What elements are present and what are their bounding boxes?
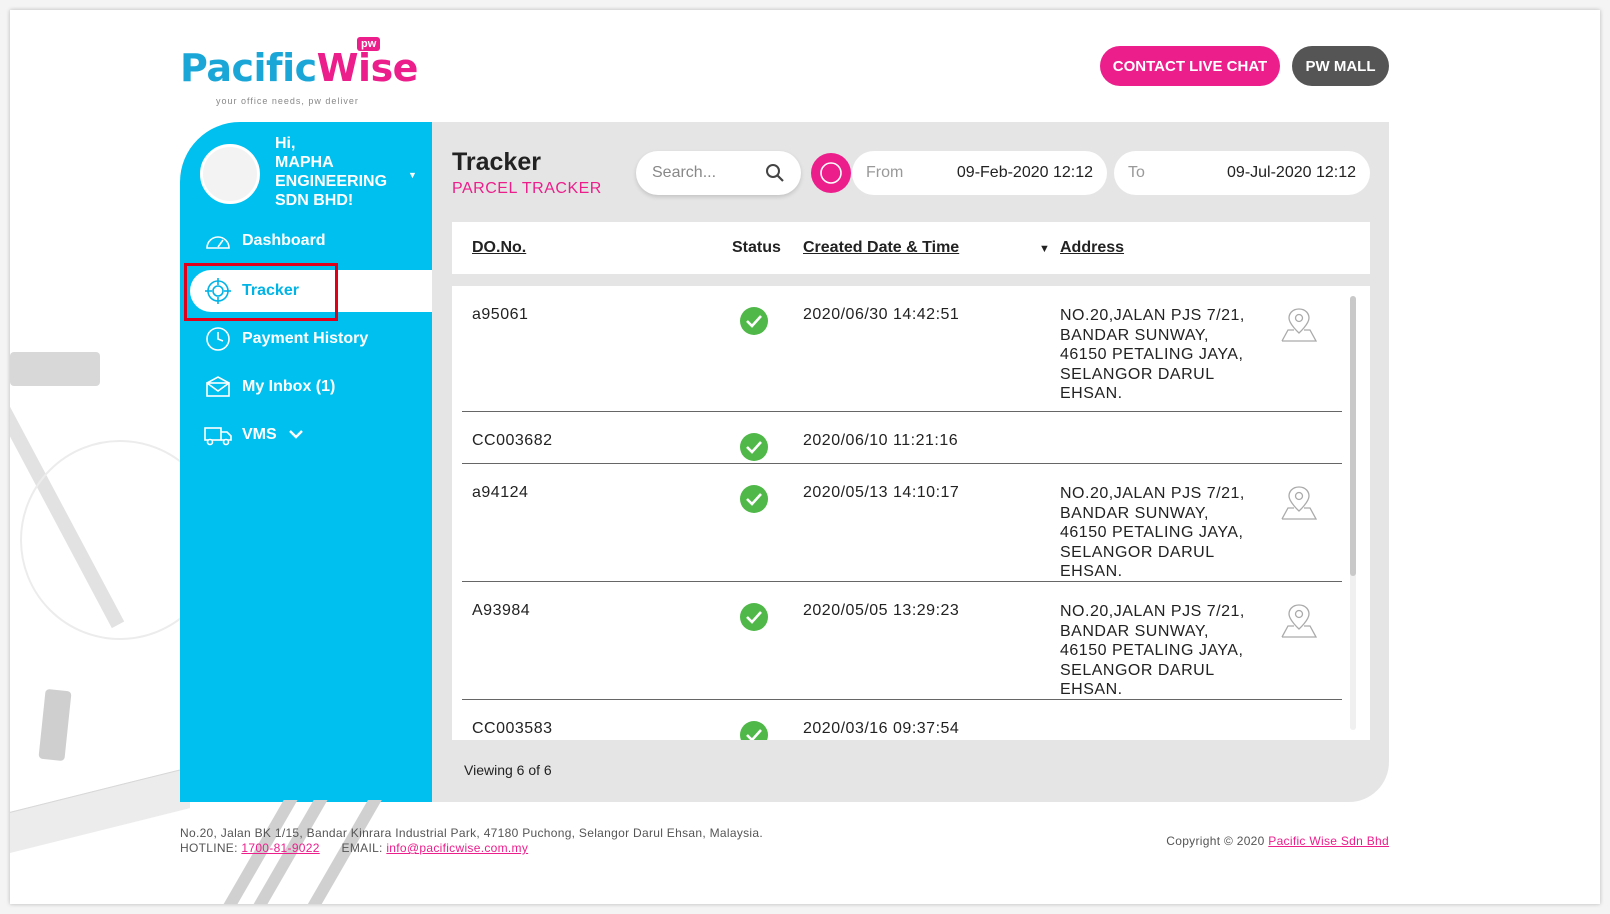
user-greeting[interactable]: Hi, MAPHA ENGINEERING SDN BHD! [275,134,405,210]
map-pin-icon[interactable] [1280,484,1318,527]
footer-contact: No.20, Jalan BK 1/15, Bandar Kinrara Ind… [180,826,763,855]
table-row[interactable]: CC003682 2020/06/10 11:21:16 [462,412,1342,464]
created-date: 2020/05/05 13:29:23 [803,602,960,619]
page-subtitle: PARCEL TRACKER [452,180,602,197]
column-status: Status [732,239,781,256]
status-check-icon [740,721,768,740]
created-date: 2020/05/13 14:10:17 [803,484,960,501]
company-link[interactable]: Pacific Wise Sdn Bhd [1268,834,1389,848]
sidebar-item-vms[interactable]: VMS [180,414,432,456]
created-date: 2020/06/10 11:21:16 [803,432,959,449]
pacificwise-logo[interactable]: PacificWise pw your office needs, pw del… [180,34,420,114]
search-icon[interactable] [765,163,785,188]
truck-icon [204,421,232,449]
table-row[interactable]: A93984 2020/05/05 13:29:23 NO.20,JALAN P… [462,582,1342,700]
contact-live-chat-button[interactable]: CONTACT LIVE CHAT [1100,46,1280,86]
do-number: a94124 [472,484,529,501]
search-button[interactable] [811,153,851,193]
circle-search-icon [820,162,842,184]
table-row[interactable]: a95061 2020/06/30 14:42:51 NO.20,JALAN P… [462,286,1342,412]
do-number: CC003583 [472,720,553,737]
sidebar: Hi, MAPHA ENGINEERING SDN BHD! ▼ Dashboa… [180,122,432,802]
map-pin-icon[interactable] [1280,602,1318,645]
status-check-icon [740,485,768,518]
search-box[interactable] [636,151,801,195]
map-pin-icon[interactable] [1280,306,1318,349]
tracker-highlight-box [184,263,338,321]
stationery-background [10,310,190,904]
chevron-down-icon[interactable] [288,426,303,444]
created-date: 2020/06/30 14:42:51 [803,306,960,323]
table-row[interactable]: a94124 2020/05/13 14:10:17 NO.20,JALAN P… [462,464,1342,582]
clock-icon [204,325,232,353]
pw-mall-button[interactable]: PW MALL [1292,46,1389,86]
do-number: a95061 [472,306,529,323]
sidebar-item-dashboard[interactable]: Dashboard [180,220,432,262]
from-label: From [866,164,904,181]
hotline-link[interactable]: 1700-81-9022 [241,841,319,855]
to-label: To [1128,164,1145,181]
sort-arrow-icon[interactable]: ▼ [1039,243,1050,255]
created-date: 2020/03/16 09:37:54 [803,720,960,737]
do-number: A93984 [472,602,531,619]
from-date-value: 09-Feb-2020 12:12 [956,164,1093,181]
status-check-icon [740,603,768,636]
address: NO.20,JALAN PJS 7/21, BANDAR SUNWAY, 461… [1060,307,1245,402]
envelope-icon [204,373,232,401]
speedometer-icon [204,227,232,255]
account-caret-icon[interactable]: ▼ [408,170,417,180]
column-address[interactable]: Address [1060,239,1124,257]
address: NO.20,JALAN PJS 7/21, BANDAR SUNWAY, 461… [1060,603,1245,698]
sidebar-item-my-inbox[interactable]: My Inbox (1) [180,366,432,408]
scrollbar-thumb[interactable] [1350,296,1356,576]
do-number: CC003682 [472,432,553,449]
to-date-field[interactable]: To 09-Jul-2020 12:12 [1114,151,1370,195]
viewing-count: Viewing 6 of 6 [464,762,552,778]
column-created-date[interactable]: Created Date & Time [803,239,959,257]
table-scrollbar[interactable] [1350,296,1356,730]
company-name: MAPHA ENGINEERING SDN BHD! [275,154,388,209]
column-do-no[interactable]: DO.No. [472,239,526,257]
footer-address: No.20, Jalan BK 1/15, Bandar Kinrara Ind… [180,826,763,840]
page-title: Tracker [452,148,541,176]
avatar[interactable] [200,144,260,204]
status-check-icon [740,433,768,466]
parcel-table[interactable]: a95061 2020/06/30 14:42:51 NO.20,JALAN P… [452,286,1370,740]
logo-badge: pw [357,37,381,51]
logo-tagline: your office needs, pw deliver [216,96,359,106]
status-check-icon [740,307,768,340]
sidebar-item-payment-history[interactable]: Payment History [180,318,432,360]
email-link[interactable]: info@pacificwise.com.my [386,841,528,855]
from-date-field[interactable]: From 09-Feb-2020 12:12 [852,151,1107,195]
search-input[interactable] [652,164,762,182]
to-date-value: 09-Jul-2020 12:12 [1227,164,1356,181]
app-window: PacificWise pw your office needs, pw del… [10,10,1600,904]
table-row[interactable]: CC003583 2020/03/16 09:37:54 [462,700,1342,740]
main-panel: Tracker PARCEL TRACKER From 09-Feb-2020 … [432,122,1389,802]
address: NO.20,JALAN PJS 7/21, BANDAR SUNWAY, 461… [1060,485,1245,580]
table-header: DO.No. Status Created Date & Time ▼ Addr… [452,222,1370,274]
footer-copyright: Copyright © 2020 Pacific Wise Sdn Bhd [1166,834,1389,848]
